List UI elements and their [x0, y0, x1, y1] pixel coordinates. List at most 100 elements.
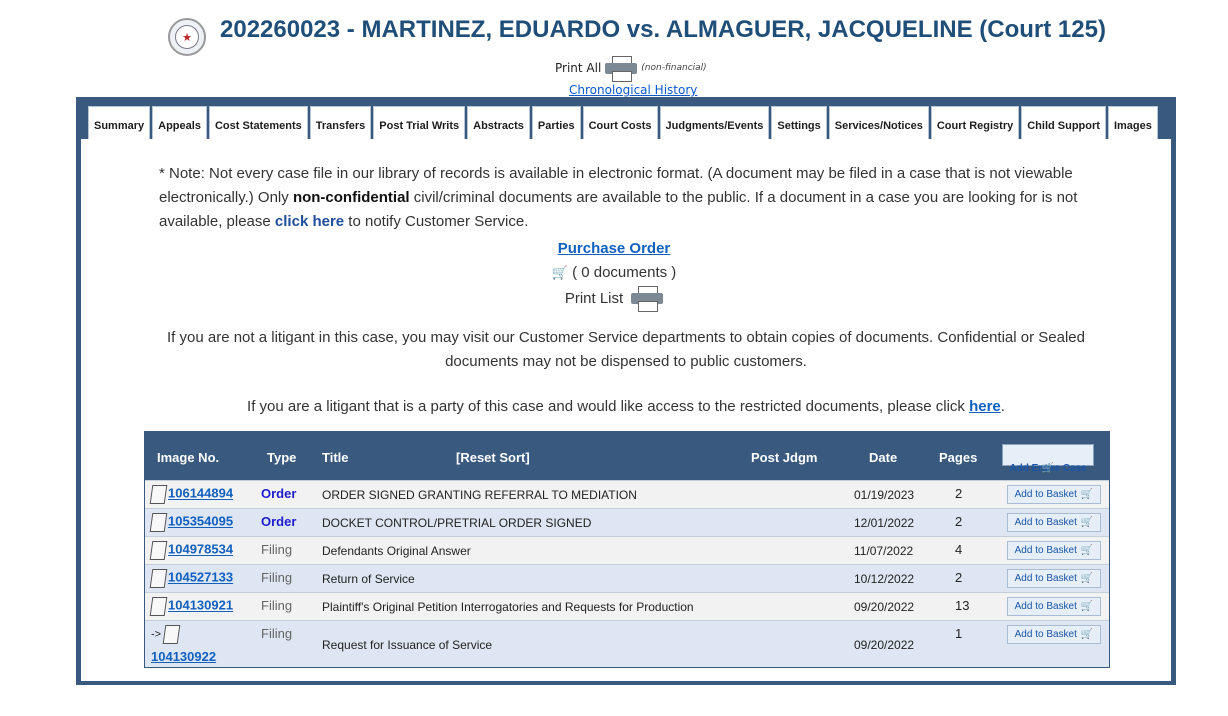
doc-pages: 2 [955, 514, 963, 529]
table-row: 104130921 Filing Plaintiff's Original Peti… [145, 592, 1109, 620]
doc-type: Order [261, 514, 297, 529]
non-financial-label: (non-financial) [641, 63, 707, 73]
litigant-text: If you are a litigant that is a party of… [247, 398, 970, 415]
doc-type: Filing [261, 570, 293, 585]
row-arrow: -> [151, 628, 162, 641]
non-confidential-label: non-confidential [292, 189, 410, 206]
tab-parties[interactable]: Parties [531, 106, 581, 139]
period: . [1000, 398, 1005, 415]
tab-post-trial-writs[interactable]: Post Trial Writs [373, 106, 466, 139]
here-link[interactable]: here [969, 398, 1001, 415]
case-title: 202260023 - MARTINEZ, EDUARDO vs. ALMAGU… [220, 16, 1106, 43]
col-date[interactable]: Date [869, 450, 897, 465]
doc-pages: 1 [955, 626, 963, 641]
basket-icon: 🛒 [1041, 463, 1055, 474]
tab-judgments-events[interactable]: Judgments/Events [659, 106, 770, 139]
customer-service-notice: If you are not a litigant in this case, … [167, 329, 1085, 370]
doc-pages: 2 [955, 570, 963, 585]
tab-summary[interactable]: Summary [88, 106, 151, 139]
tab-services-notices[interactable]: Services/Notices [828, 106, 929, 139]
add-entire-case-button[interactable]: Add Entire Case 🛒 [1002, 444, 1094, 474]
doc-type: Order [261, 486, 297, 501]
col-post-jdgm[interactable]: Post Jdgm [751, 450, 817, 465]
add-to-basket-button[interactable]: Add to Basket 🛒 [1007, 485, 1101, 504]
doc-type: Filing [261, 542, 293, 557]
doc-date: 11/07/2022 [854, 544, 914, 558]
image-number-link[interactable]: 104978534 [168, 542, 233, 557]
tab-child-support[interactable]: Child Support [1021, 106, 1106, 139]
printer-icon[interactable] [631, 286, 664, 312]
image-number-link[interactable]: 104130922 [151, 649, 216, 664]
table-row: -> 104130922 Filing Request for Issuance o… [145, 620, 1109, 667]
county-seal-icon: ★ [168, 18, 206, 56]
doc-title: Defendants Original Answer [322, 544, 471, 558]
basket-icon: 🛒 [1080, 629, 1094, 640]
add-to-basket-label[interactable]: Add to Basket [1015, 489, 1077, 500]
click-here-link[interactable]: click here [275, 213, 344, 230]
image-number-link[interactable]: 104130921 [168, 598, 233, 613]
col-image-no[interactable]: Image No. [157, 450, 219, 465]
image-cell: 106144894 [149, 485, 233, 504]
doc-pages: 2 [955, 486, 963, 501]
print-all[interactable]: Print All (non-financial) [555, 56, 707, 82]
basket-icon: 🛒 [1080, 573, 1094, 584]
tab-cost-statements[interactable]: Cost Statements [208, 106, 308, 139]
doc-title: Return of Service [322, 572, 415, 586]
add-to-basket-label[interactable]: Add to Basket [1015, 601, 1077, 612]
basket-icon: 🛒 [1080, 545, 1094, 556]
col-type[interactable]: Type [267, 450, 296, 465]
tab-abstracts[interactable]: Abstracts [467, 106, 530, 139]
doc-title: Plaintiff's Original Petition Interrogat… [322, 600, 694, 614]
basket-icon: 🛒 [1080, 601, 1094, 612]
add-to-basket-button[interactable]: Add to Basket 🛒 [1007, 541, 1101, 560]
chronological-history-link[interactable]: Chronological History [569, 83, 697, 97]
print-list[interactable]: Print List [0, 286, 1228, 312]
add-to-basket-button[interactable]: Add to Basket 🛒 [1007, 569, 1101, 588]
add-to-basket-label[interactable]: Add to Basket [1015, 517, 1077, 528]
tab-transfers[interactable]: Transfers [309, 106, 372, 139]
col-title[interactable]: Title [322, 450, 349, 465]
print-list-label[interactable]: Print List [565, 290, 623, 307]
document-icon[interactable] [163, 625, 181, 644]
printer-icon[interactable] [605, 56, 638, 82]
doc-title: Request for Issuance of Service [322, 638, 493, 652]
doc-date: 01/19/2023 [854, 488, 915, 502]
add-to-basket-button[interactable]: Add to Basket 🛒 [1007, 597, 1101, 616]
add-to-basket-label[interactable]: Add to Basket [1015, 545, 1077, 556]
tab-settings[interactable]: Settings [771, 106, 827, 139]
image-number-link[interactable]: 104527133 [168, 570, 233, 585]
table-row: 104527133 Filing Return of Service 10/12/20… [145, 564, 1109, 592]
cart-icon: 🛒 [551, 265, 568, 280]
tab-court-costs[interactable]: Court Costs [582, 106, 658, 139]
images-table: Image No. Type Title [Reset Sort] Post J… [144, 431, 1110, 668]
document-icon[interactable] [149, 541, 168, 560]
litigant-access-notice: If you are a litigant that is a party of… [0, 398, 1228, 415]
purchase-order-link[interactable]: Purchase Order [0, 240, 1228, 257]
document-icon[interactable] [149, 569, 168, 588]
print-all-label[interactable]: Print All [555, 61, 601, 75]
document-icon[interactable] [149, 597, 168, 616]
add-to-basket-label[interactable]: Add to Basket [1015, 573, 1077, 584]
tab-images[interactable]: Images [1107, 106, 1158, 140]
doc-type: Filing [261, 598, 293, 613]
table-row: 105354095 Order DOCKET CONTROL/PRETRIAL OR… [145, 508, 1109, 536]
add-to-basket-label[interactable]: Add to Basket [1015, 629, 1077, 640]
tab-appeals[interactable]: Appeals [152, 106, 207, 139]
doc-pages: 4 [955, 542, 963, 557]
doc-date: 12/01/2022 [854, 516, 915, 530]
document-icon[interactable] [149, 513, 168, 532]
doc-pages: 13 [955, 598, 970, 613]
image-cell: -> [151, 625, 181, 644]
basket-icon: 🛒 [1080, 517, 1094, 528]
reset-sort-link[interactable]: [Reset Sort] [456, 450, 530, 465]
image-number-link[interactable]: 105354095 [168, 514, 233, 529]
add-to-basket-button[interactable]: Add to Basket 🛒 [1007, 513, 1101, 532]
col-pages[interactable]: Pages [939, 450, 977, 465]
image-cell: 104527133 [149, 569, 233, 588]
document-count: ( 0 documents ) [572, 264, 677, 281]
tab-court-registry[interactable]: Court Registry [930, 106, 1020, 139]
add-to-basket-button[interactable]: Add to Basket 🛒 [1007, 625, 1101, 644]
image-number-link[interactable]: 106144894 [168, 486, 233, 501]
document-icon[interactable] [149, 485, 168, 504]
doc-title: ORDER SIGNED GRANTING REFERRAL TO MEDIAT… [322, 488, 637, 502]
